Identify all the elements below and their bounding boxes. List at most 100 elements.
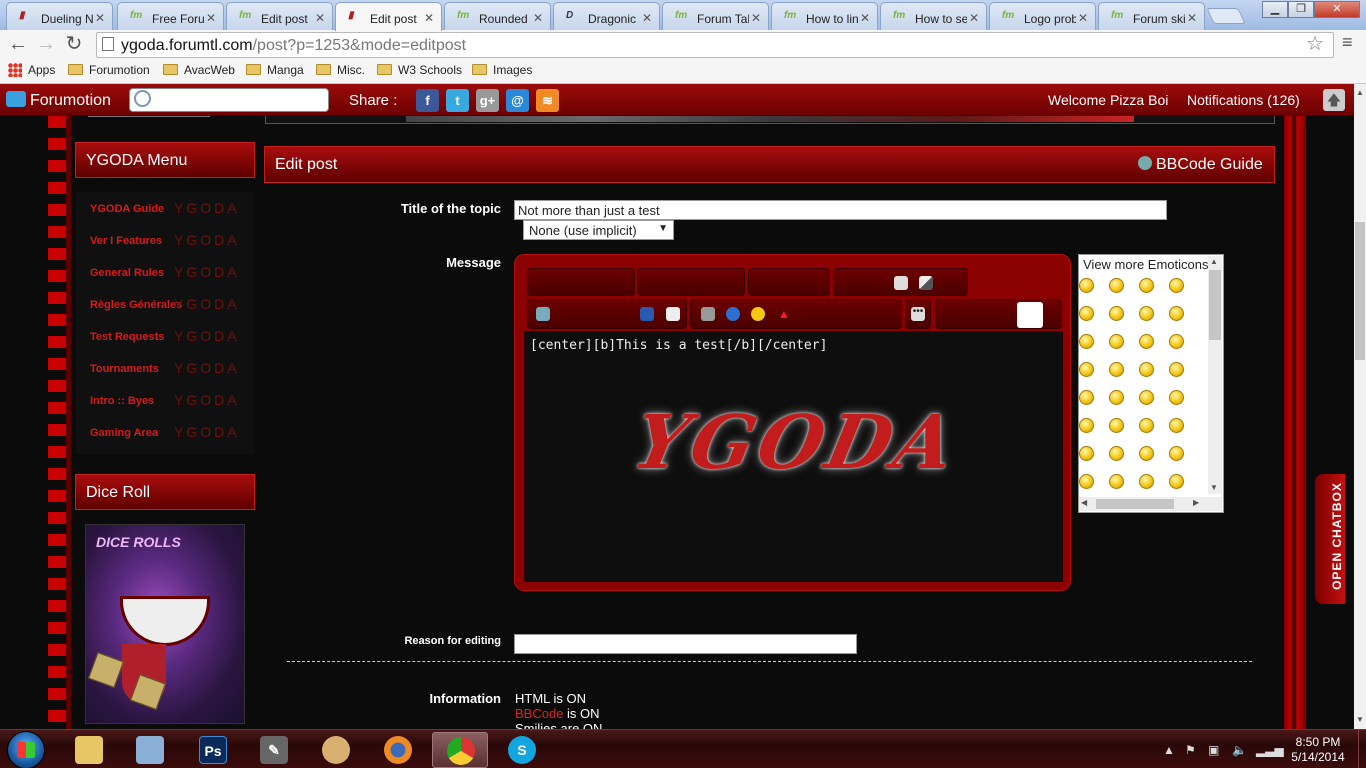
page-scroll-thumb[interactable] (1355, 222, 1365, 360)
close-tab-icon[interactable]: ✕ (969, 11, 979, 25)
emoticon-icon[interactable] (1079, 306, 1094, 321)
emoticon-icon[interactable] (1169, 474, 1184, 489)
close-tab-icon[interactable]: ✕ (533, 11, 543, 25)
view-more-emoticons-link[interactable]: View more Emoticons (1083, 257, 1209, 273)
scroll-top-arrow-icon[interactable]: 🡅 (1323, 89, 1345, 111)
emoticon-icon[interactable] (1079, 278, 1094, 293)
close-tab-icon[interactable]: ✕ (751, 11, 761, 25)
bookmark-folder[interactable]: W3 Schools (377, 63, 462, 77)
pdf-icon[interactable] (666, 307, 680, 321)
more-options-button[interactable]: ••• (905, 299, 931, 329)
close-tab-icon[interactable]: ✕ (642, 11, 652, 25)
minimize-button[interactable]: ▁ (1262, 1, 1288, 18)
new-tab-button[interactable] (1206, 8, 1246, 24)
emoticon-icon[interactable] (1169, 446, 1184, 461)
browser-tab[interactable]: fm Rounded (✕ (444, 2, 551, 30)
sidebar-item-features[interactable]: Ver I Features YGODA (90, 232, 237, 248)
emoticon-icon[interactable] (1079, 446, 1094, 461)
page-scrollbar[interactable] (1354, 84, 1366, 729)
emoticon-icon[interactable] (1169, 362, 1184, 377)
system-clock[interactable]: 8:50 PM 5/14/2014 (1278, 735, 1358, 765)
warning-icon[interactable]: ▲ (778, 307, 792, 321)
browser-tab[interactable]: fm Logo prob ✕ (989, 2, 1096, 30)
emoticon-icon[interactable] (1109, 362, 1124, 377)
bbcode-guide-link[interactable]: BBCode Guide (1138, 156, 1263, 174)
bookmark-folder[interactable]: AvacWeb (163, 63, 235, 77)
facebook-icon[interactable]: f (416, 89, 439, 112)
browser-tab[interactable]: fm Forum ski ✕ (1098, 2, 1205, 30)
close-window-button[interactable]: ✕ (1314, 1, 1360, 18)
sidebar-item-general-rules[interactable]: General Rules YGODA (90, 264, 237, 280)
close-tab-icon[interactable]: ✕ (315, 11, 325, 25)
welcome-user-link[interactable]: Welcome Pizza Boi (1048, 92, 1168, 108)
twitter-icon[interactable]: t (446, 89, 469, 112)
emoticon-icon[interactable] (1109, 446, 1124, 461)
message-textarea[interactable]: [center][b]This is a test[/b][/center] Y… (524, 331, 1063, 582)
emoticon-icon[interactable] (1139, 306, 1154, 321)
smiley-icon[interactable] (751, 307, 765, 321)
browser-tab[interactable]: fm Forum Tal ✕ (662, 2, 769, 30)
toolbar-group[interactable] (527, 268, 635, 296)
forumotion-brand[interactable]: Forumotion (30, 92, 111, 110)
taskbar-app[interactable] (122, 732, 178, 768)
close-tab-icon[interactable]: ✕ (1078, 11, 1088, 25)
action-center-flag-icon[interactable]: ⚑ (1185, 743, 1196, 757)
bookmark-apps[interactable]: Apps (8, 63, 55, 77)
topic-title-input[interactable]: Not more than just a test (514, 200, 1167, 220)
switch-editor-button[interactable] (1017, 302, 1043, 328)
emoticon-icon[interactable] (1139, 474, 1154, 489)
emoticon-icon[interactable] (1169, 334, 1184, 349)
page-scroll-down-icon[interactable]: ▼ (1356, 715, 1364, 724)
scroll-left-arrow-icon[interactable]: ◀ (1081, 498, 1087, 507)
emoticon-icon[interactable] (1139, 390, 1154, 405)
show-desktop-button[interactable] (1358, 730, 1366, 768)
emoticons-scroll-thumb[interactable] (1209, 270, 1221, 340)
image-icon[interactable] (536, 307, 550, 321)
device-icon[interactable]: ▣ (1208, 743, 1219, 757)
emoticon-icon[interactable] (1079, 334, 1094, 349)
bookmark-folder[interactable]: Misc. (316, 63, 365, 77)
sidebar-item-tournaments[interactable]: Tournaments YGODA (90, 360, 237, 376)
emoticon-icon[interactable] (1169, 418, 1184, 433)
taskbar-chrome[interactable] (432, 732, 488, 768)
google-plus-icon[interactable]: g+ (476, 89, 499, 112)
close-tab-icon[interactable]: ✕ (95, 11, 105, 25)
reload-icon[interactable]: ↻ (62, 33, 86, 57)
browser-tab[interactable]: ▮ Dueling N ✕ (6, 2, 113, 30)
emoticon-icon[interactable] (1139, 362, 1154, 377)
browser-tab[interactable]: fm How to se ✕ (880, 2, 987, 30)
chrome-menu-icon[interactable]: ≡ (1342, 32, 1353, 53)
email-icon[interactable]: @ (506, 89, 529, 112)
emoticon-icon[interactable] (1139, 334, 1154, 349)
taskbar-explorer[interactable] (61, 732, 117, 768)
emoticon-icon[interactable] (1169, 390, 1184, 405)
page-scroll-up-icon[interactable]: ▲ (1356, 88, 1364, 97)
toolbar-group[interactable] (637, 268, 745, 296)
bookmark-folder[interactable]: Forumotion (68, 63, 150, 77)
emoticon-icon[interactable] (1079, 362, 1094, 377)
emoticon-icon[interactable] (1079, 418, 1094, 433)
address-bar[interactable]: ygoda.forumtl.com/post?p=1253&mode=editp… (96, 32, 1334, 58)
taskbar-gimp[interactable]: ✎ (246, 732, 302, 768)
bbcode-link[interactable]: BBCode (515, 706, 563, 721)
back-arrow-icon[interactable]: ← (6, 33, 30, 57)
close-tab-icon[interactable]: ✕ (206, 11, 216, 25)
toolbar-search-input[interactable] (129, 88, 329, 112)
user-icon[interactable] (640, 307, 654, 321)
emoticon-icon[interactable] (1169, 278, 1184, 293)
browser-tab[interactable]: D Dragonic [✕ (553, 2, 660, 30)
emoticon-icon[interactable] (1139, 418, 1154, 433)
emoticon-icon[interactable] (1109, 334, 1124, 349)
emoticon-icon[interactable] (1109, 418, 1124, 433)
taskbar-paint[interactable] (308, 732, 364, 768)
sidebar-item-gaming-area[interactable]: Gaming Area YGODA (90, 424, 237, 440)
sidebar-item-intro-byes[interactable]: Intro :: Byes YGODA (90, 392, 237, 408)
sidebar-item-test-requests[interactable]: Test Requests YGODA (90, 328, 237, 344)
bookmark-folder[interactable]: Manga (246, 63, 304, 77)
taskbar-skype[interactable]: S (494, 732, 550, 768)
reason-for-editing-input[interactable] (514, 634, 857, 654)
notifications-link[interactable]: Notifications (126) (1187, 92, 1300, 108)
browser-tab[interactable]: fm Free Forur ✕ (117, 2, 224, 30)
notes-icon[interactable] (894, 276, 908, 290)
rss-icon[interactable]: ≋ (536, 89, 559, 112)
